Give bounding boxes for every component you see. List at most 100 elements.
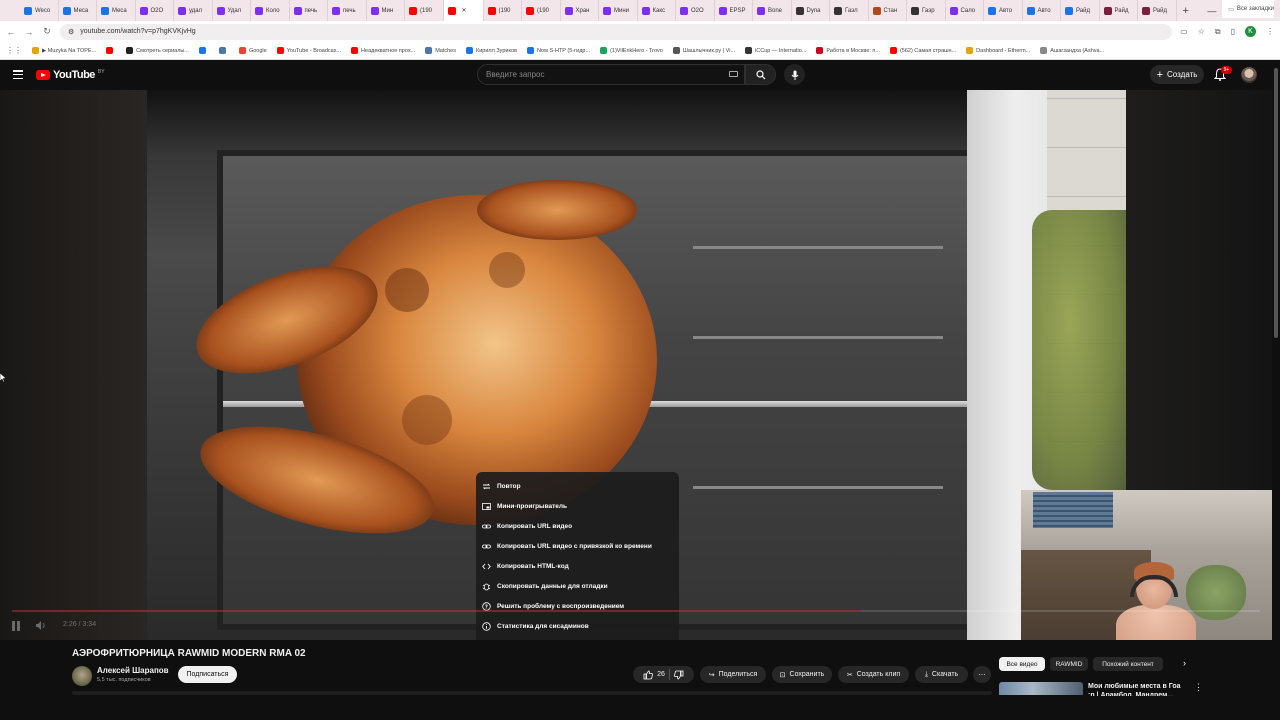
context-menu-item[interactable]: Копировать URL видео с привязкой ко врем… [476,536,679,556]
browser-tab[interactable]: Меса [97,0,136,21]
url-field[interactable]: ⚙ youtube.com/watch?v=p7hgKVKjvHg [60,23,1173,40]
browser-menu-icon[interactable]: ⋮ [1266,27,1274,36]
browser-tab[interactable]: (190 [405,0,444,21]
save-button[interactable]: ⊡ Сохранить [772,666,832,683]
browser-tab[interactable]: ✕ [443,0,484,21]
context-menu-item[interactable]: Копировать HTML-код [476,556,679,576]
browser-tab[interactable]: Weco [20,0,59,21]
thumbs-down-icon[interactable] [673,670,684,680]
description-box[interactable] [72,691,992,695]
browser-tab[interactable]: Авто [1023,0,1061,21]
context-menu-item[interactable]: Копировать URL видео [476,516,679,536]
cast-icon[interactable]: ▭ [1180,27,1188,36]
new-tab-icon[interactable]: + [1183,5,1189,17]
browser-tab[interactable]: Гаэл [830,0,869,21]
bookmark-star-icon[interactable]: ☆ [1198,27,1205,36]
bookmark-item[interactable]: Google [235,47,271,54]
browser-tab[interactable]: Гаэр [907,0,946,21]
browser-tab[interactable]: Авто [984,0,1023,21]
browser-tab[interactable]: Сало [946,0,984,21]
share-button[interactable]: ↪ Поделиться [700,666,766,683]
sidepanel-icon[interactable]: ▯ [1231,27,1235,36]
like-button[interactable]: 26 [643,670,665,680]
browser-tab[interactable]: печь [290,0,328,21]
browser-tab[interactable]: Мини [599,0,638,21]
context-menu-item[interactable]: ? Решить проблему с воспроизведением [476,596,679,616]
channel-name[interactable]: Алексей Шарапов [97,666,169,675]
voice-search-button[interactable] [784,64,805,85]
browser-tab[interactable]: Райд [1138,0,1177,21]
browser-tab[interactable]: (190 [484,0,522,21]
browser-tab[interactable]: Райд [1100,0,1138,21]
context-menu-item[interactable]: Скопировать данные для отладки [476,576,679,596]
user-avatar[interactable] [1241,67,1257,83]
browser-tab[interactable]: EPSP [715,0,753,21]
youtube-logo[interactable]: YouTube BY [36,69,105,81]
keyboard-icon[interactable] [729,71,738,77]
browser-tab[interactable]: Коло [251,0,290,21]
volume-icon[interactable] [35,620,47,631]
site-info-icon[interactable]: ⚙ [68,28,74,36]
bookmark-item[interactable]: (562) Самая страшн... [886,47,960,54]
search-input[interactable]: Введите запрос [477,64,745,85]
browser-tab[interactable]: O2O [676,0,715,21]
chip-rawmid[interactable]: RAWMID [1050,657,1088,671]
extensions-icon[interactable]: ⧉ [1215,27,1221,37]
bookmark-item[interactable] [195,47,213,54]
channel-avatar[interactable] [72,666,92,686]
bookmark-item[interactable]: Dashboard - Etherm... [962,47,1034,54]
bookmark-item[interactable]: Ашагзандха (Ashva... [1036,47,1108,54]
browser-tab[interactable]: Удал [213,0,251,21]
bookmark-item[interactable]: Кирилл Зуриков [462,47,521,54]
bookmark-item[interactable]: Шашлычник.ру | Vi... [669,47,739,54]
menu-icon[interactable] [13,70,23,79]
browser-tab[interactable]: Какс [638,0,676,21]
context-menu-item[interactable]: Повтор [476,476,679,496]
bookmark-item[interactable] [102,47,120,54]
browser-tab[interactable]: удал [174,0,213,21]
recommendation-title[interactable]: Мои любимые места в Гоа :n | Арамбол, Ма… [1088,682,1188,696]
bookmark-item[interactable]: iCCup — Internatio... [741,47,810,54]
browser-tab[interactable]: Мин [367,0,405,21]
download-button[interactable]: ⤓ Скачать [915,666,968,683]
browser-tab[interactable]: Райд [1061,0,1100,21]
more-vert-icon[interactable]: ⋮ [1194,682,1203,693]
subscribe-button[interactable]: Подписаться [178,666,237,683]
tab-close-icon[interactable]: ✕ [462,7,467,14]
chip-all-videos[interactable]: Все видео [999,657,1045,671]
bookmark-item[interactable]: Неадекватное прох... [347,47,419,54]
bookmark-item[interactable] [215,47,233,54]
browser-tab[interactable]: печь [328,0,367,21]
bookmark-item[interactable]: Matches [421,47,460,54]
browser-tab[interactable]: Стан [869,0,907,21]
bookmark-item[interactable]: YouTube - Broadcas... [273,47,345,54]
minimize-icon[interactable]: — [1207,6,1216,16]
more-actions-button[interactable]: ⋯ [973,666,991,683]
bookmark-item[interactable]: (1)VilEnkHero - Trovo [596,47,667,54]
video-player[interactable]: Повтор Мини-проигрыватель Копировать URL в… [0,90,1272,640]
search-button[interactable] [745,64,776,85]
bookmark-item[interactable]: ▶ Muzyka Na TOPE... [28,47,100,54]
all-bookmarks-button[interactable]: ▭ Все закладки [1222,0,1274,18]
chip-related[interactable]: Похожий контент [1093,657,1163,671]
chevron-right-icon[interactable]: › [1183,658,1186,668]
forward-icon[interactable]: → [24,27,34,37]
context-menu-item[interactable]: Статистика для сисадминов [476,616,679,636]
browser-tab[interactable]: O2O [136,0,174,21]
browser-tab[interactable]: Dyna [792,0,830,21]
recommendation-thumbnail[interactable] [999,682,1083,695]
profile-avatar[interactable]: K [1245,26,1256,37]
create-button[interactable]: + Создать [1150,65,1204,84]
bookmark-item[interactable]: Смотреть сериалы... [122,47,193,54]
browser-tab[interactable]: Bone [753,0,792,21]
page-scrollbar[interactable] [1272,60,1280,700]
apps-icon[interactable]: ⋮⋮ [6,46,22,55]
reload-icon[interactable]: ↻ [42,26,52,37]
pause-icon[interactable] [12,621,21,631]
progress-bar[interactable] [12,610,1260,612]
back-icon[interactable]: ← [6,27,16,37]
bookmark-item[interactable]: Работа в Москве: п... [812,47,884,54]
browser-tab[interactable]: (190 [522,0,561,21]
bookmark-item[interactable]: Now S-HTP (5-гидр... [523,47,594,54]
clip-button[interactable]: ✂ Создать клип [838,666,909,683]
